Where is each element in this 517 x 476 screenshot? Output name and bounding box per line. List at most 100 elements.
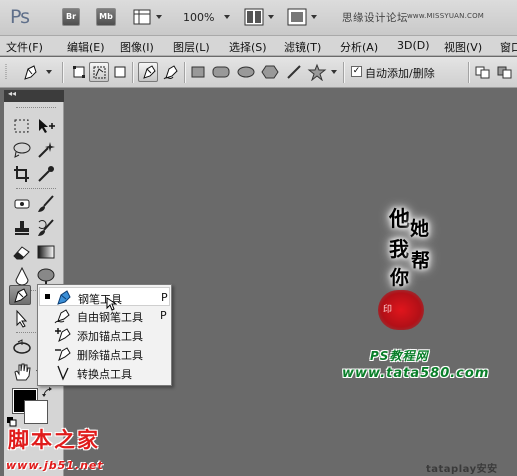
calligraphy-char: 她 <box>410 218 430 240</box>
menu-filter[interactable]: 滤镜(T) <box>284 39 321 55</box>
freeform-pen-icon[interactable] <box>162 63 182 81</box>
photoshop-logo: Ps <box>10 6 30 28</box>
clone-stamp-icon[interactable] <box>11 218 33 238</box>
menu-window[interactable]: 窗口 <box>500 39 517 55</box>
flyout-item-shortcut: P <box>161 291 168 304</box>
lasso-tool-icon[interactable] <box>11 140 33 160</box>
calligraphy-char: 他 <box>389 206 410 231</box>
zoom-level[interactable]: 100% <box>183 11 214 24</box>
calligraphy-char: 你 <box>390 267 410 289</box>
swap-colors-icon[interactable] <box>42 387 54 399</box>
zoom-dropdown-icon[interactable] <box>224 15 230 19</box>
custom-shape-icon[interactable] <box>307 63 327 81</box>
eyedropper-icon[interactable] <box>35 164 57 184</box>
move-tool-icon[interactable] <box>35 116 57 136</box>
separator <box>184 62 185 83</box>
separator <box>343 62 344 83</box>
dodge-tool-icon[interactable] <box>35 266 57 286</box>
blur-tool-icon[interactable] <box>11 266 33 286</box>
rounded-rectangle-shape-icon[interactable] <box>211 63 231 81</box>
flyout-item-convert-point-tool[interactable]: 转换点工具 <box>39 363 170 382</box>
quick-selection-icon[interactable] <box>35 140 57 160</box>
auto-add-delete-label: 自动添加/删除 <box>365 67 435 80</box>
crop-tool-icon[interactable] <box>11 164 33 184</box>
flyout-item-label: 自由钢笔工具 <box>77 311 143 324</box>
tools-panel-header[interactable]: ◂◂ <box>4 89 64 102</box>
tools-grip[interactable] <box>16 107 56 110</box>
menu-bar: 文件(F) 编辑(E) 图像(I) 图层(L) 选择(S) 滤镜(T) 分析(A… <box>0 36 517 56</box>
shape-layers-icon[interactable] <box>70 63 88 81</box>
paths-mode-button[interactable] <box>89 62 109 82</box>
path-selection-icon[interactable] <box>11 309 33 329</box>
subtract-from-path-area-icon[interactable] <box>496 63 514 81</box>
polygon-shape-icon[interactable] <box>260 63 280 81</box>
tool-preset-dropdown-icon[interactable] <box>46 70 52 74</box>
screen-mode-dropdown-icon[interactable] <box>311 15 317 19</box>
spot-healing-brush-icon[interactable] <box>11 194 33 214</box>
seal-text: 印 <box>383 305 393 315</box>
jb51-watermark-url: www.jb51.net <box>6 459 104 472</box>
arrange-documents-icon[interactable] <box>244 8 264 26</box>
menu-analysis[interactable]: 分析(A) <box>340 39 378 55</box>
calligraphy-char: 我 <box>389 237 409 261</box>
add-anchor-point-icon <box>55 328 71 342</box>
pen-tool-flyout-menu: 钢笔工具 P 自由钢笔工具 P 添加锚点工具 删除锚点工具 转换点工具 <box>37 284 172 386</box>
rectangle-shape-icon[interactable] <box>189 63 207 81</box>
gradient-tool-icon[interactable] <box>35 242 57 262</box>
mini-bridge-button[interactable]: Mb <box>96 8 116 26</box>
flyout-item-pen-tool[interactable]: 钢笔工具 P <box>39 287 170 306</box>
ellipse-shape-icon[interactable] <box>236 63 256 81</box>
line-shape-icon[interactable] <box>285 63 303 81</box>
history-brush-icon[interactable] <box>35 218 57 238</box>
menu-edit[interactable]: 编辑(E) <box>67 39 105 55</box>
hand-tool-icon[interactable] <box>11 362 33 382</box>
menu-layer[interactable]: 图层(L) <box>173 39 210 55</box>
pen-icon <box>57 290 71 305</box>
flyout-item-label: 添加锚点工具 <box>77 330 143 343</box>
separator <box>62 62 63 83</box>
application-bar: Ps Br Mb 100% 思缘设计论坛 www.MISSYUAN.COM <box>0 0 517 36</box>
tutorial-site-watermark-url: www.tata580.com <box>342 366 490 381</box>
pen-icon <box>143 65 156 79</box>
flyout-item-freeform-pen-tool[interactable]: 自由钢笔工具 P <box>39 306 170 325</box>
background-color-swatch[interactable] <box>24 400 48 424</box>
add-to-path-area-icon[interactable] <box>474 63 492 81</box>
view-extras-dropdown-icon[interactable] <box>156 15 162 19</box>
calligraphy-char: 帮 <box>411 250 431 272</box>
collapse-panel-icon[interactable]: ◂◂ <box>8 89 16 98</box>
geometry-options-dropdown-icon[interactable] <box>331 70 337 74</box>
separator <box>468 62 469 83</box>
view-extras-icon[interactable] <box>132 8 152 26</box>
screen-mode-icon[interactable] <box>287 8 307 26</box>
auto-add-delete-checkbox[interactable]: ✓ <box>351 66 362 77</box>
selected-bullet-icon <box>45 294 50 299</box>
arrange-dropdown-icon[interactable] <box>268 15 274 19</box>
menu-image[interactable]: 图像(I) <box>120 39 154 55</box>
corner-watermark: tataplay安安 <box>426 464 498 475</box>
site-name-watermark: 思缘设计论坛 <box>342 12 408 24</box>
options-grip-icon[interactable] <box>4 63 10 81</box>
document-canvas[interactable] <box>65 89 517 476</box>
eraser-tool-icon[interactable] <box>11 242 33 262</box>
pen-tool-button[interactable] <box>9 285 31 305</box>
fill-pixels-icon[interactable] <box>112 63 128 81</box>
paths-mode-icon <box>93 66 106 79</box>
pen-icon <box>14 288 28 303</box>
flyout-item-shortcut: P <box>160 309 167 322</box>
tutorial-site-watermark-title: PS教程网 <box>370 349 429 363</box>
menu-select[interactable]: 选择(S) <box>229 39 267 55</box>
pen-tool-button[interactable] <box>138 62 158 82</box>
rectangular-marquee-icon[interactable] <box>11 116 33 136</box>
3d-rotate-icon[interactable] <box>11 338 33 358</box>
flyout-item-label: 转换点工具 <box>77 368 132 381</box>
brush-tool-icon[interactable] <box>35 194 57 214</box>
flyout-item-delete-anchor-point-tool[interactable]: 删除锚点工具 <box>39 344 170 363</box>
bridge-button[interactable]: Br <box>62 8 80 26</box>
separator <box>132 62 133 83</box>
menu-3d[interactable]: 3D(D) <box>397 39 430 52</box>
flyout-item-add-anchor-point-tool[interactable]: 添加锚点工具 <box>39 325 170 344</box>
menu-file[interactable]: 文件(F) <box>6 39 43 55</box>
pen-tool-preset-icon[interactable] <box>20 63 42 81</box>
freeform-pen-icon <box>54 309 70 324</box>
menu-view[interactable]: 视图(V) <box>444 39 482 55</box>
